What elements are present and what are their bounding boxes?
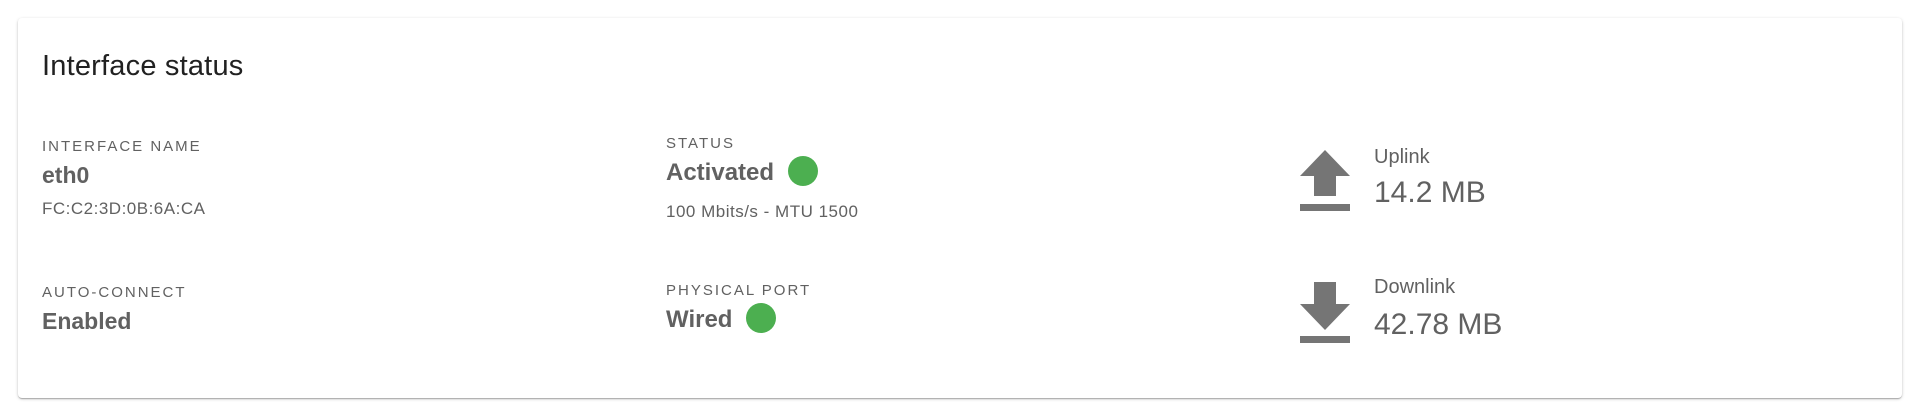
downlink-label: Downlink: [1374, 276, 1456, 298]
download-icon: [1300, 282, 1350, 343]
port-indicator-icon: [746, 303, 777, 333]
status-detail: 100 Mbits/s - MTU 1500: [666, 202, 859, 221]
physical-port-value: Wired: [666, 306, 733, 333]
interface-name-label: INTERFACE NAME: [42, 138, 202, 155]
downlink-value: 42.78 MB: [1374, 308, 1503, 341]
status-label: STATUS: [666, 135, 735, 152]
physical-port-row: Wired: [666, 303, 777, 335]
status-indicator-icon: [788, 156, 819, 186]
interface-name-value: eth0: [42, 162, 90, 188]
status-value: Activated: [666, 159, 775, 186]
card-title: Interface status: [42, 50, 244, 82]
physical-port-label: PHYSICAL PORT: [666, 282, 812, 299]
autoconnect-label: AUTO-CONNECT: [42, 284, 187, 301]
autoconnect-value: Enabled: [42, 308, 132, 334]
uplink-label: Uplink: [1374, 146, 1430, 168]
mac-address: FC:C2:3D:0B:6A:CA: [42, 199, 206, 218]
status-row: Activated: [666, 156, 819, 188]
upload-icon: [1300, 150, 1350, 211]
uplink-value: 14.2 MB: [1374, 176, 1486, 209]
interface-status-card: Interface status INTERFACE NAME eth0 FC:…: [18, 18, 1902, 398]
